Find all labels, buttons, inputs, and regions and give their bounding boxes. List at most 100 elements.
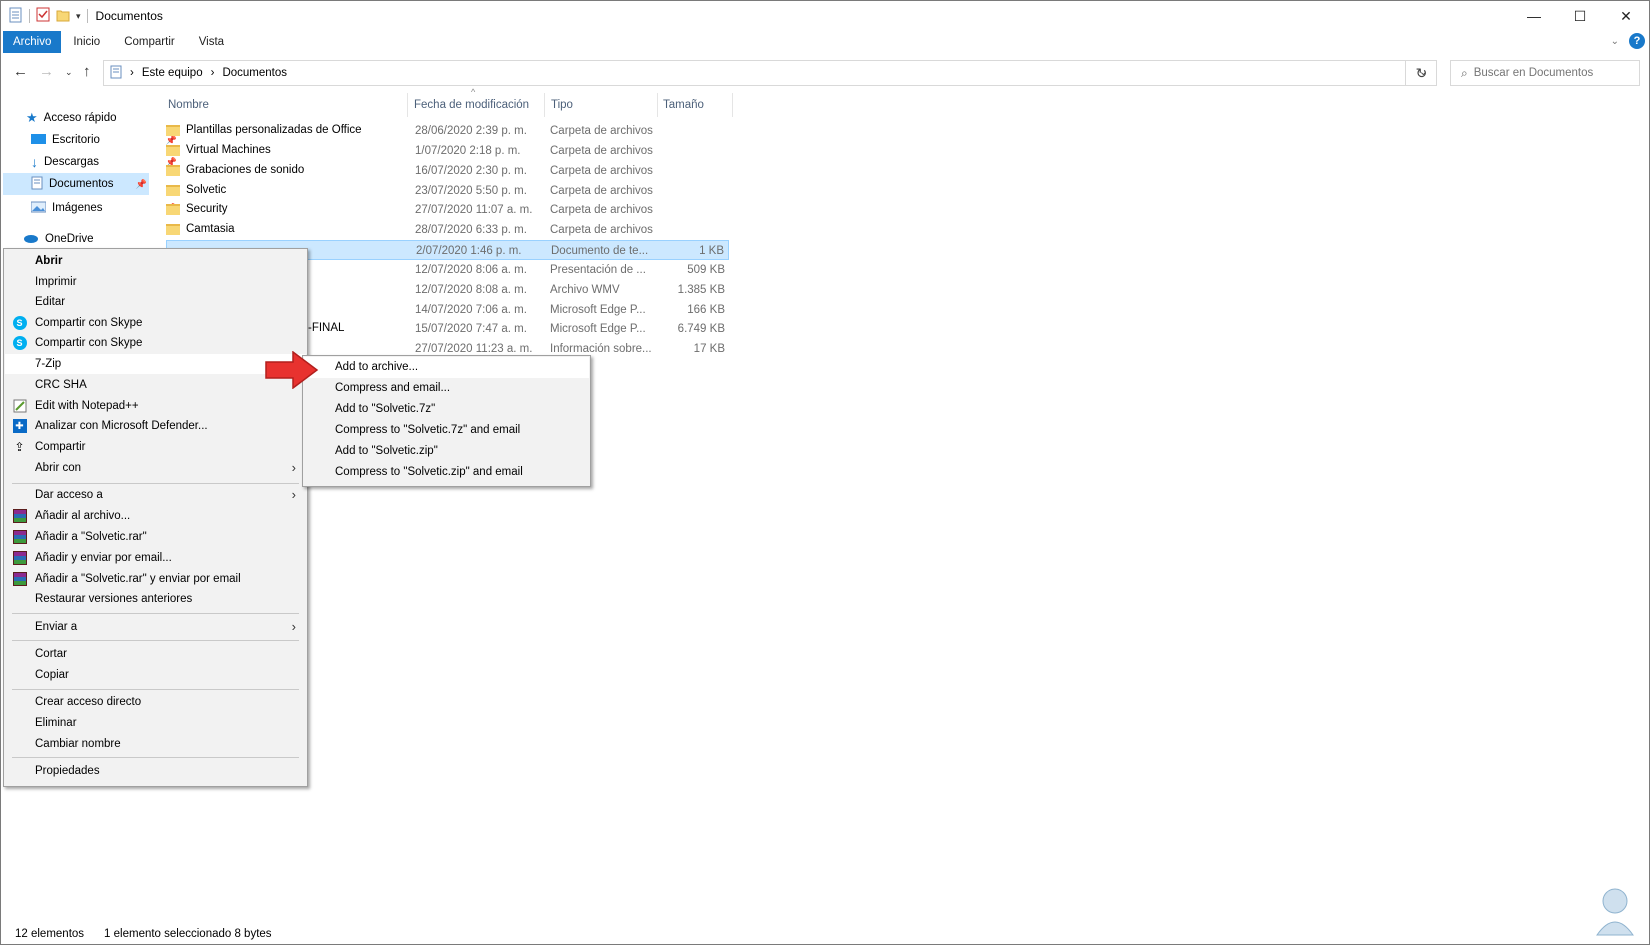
nav-item-descargas[interactable]: ↓ Descargas 📌 [31,151,179,173]
refresh-button[interactable]: ↻ [1405,60,1437,86]
menu-item-editar[interactable]: Editar [5,292,306,312]
table-row[interactable]: Camtasia 28/07/2020 6:33 p. m. Carpeta d… [166,220,729,240]
table-row[interactable]: Grabaciones de sonido 16/07/2020 2:30 p.… [166,161,729,181]
tab-vista[interactable]: Vista [187,31,236,53]
table-row[interactable]: Virtual Machines 1/07/2020 2:18 p. m. Ca… [166,141,729,161]
address-bar[interactable]: › Este equipo › Documentos ⌄ [103,60,1437,86]
table-row[interactable]: Solvetic 23/07/2020 5:50 p. m. Carpeta d… [166,181,729,201]
help-icon[interactable]: ? [1629,33,1645,49]
tab-inicio[interactable]: Inicio [61,31,112,53]
menu-label: Cortar [35,648,67,660]
menu-label: Add to "Solvetic.7z" [335,403,436,415]
checklist-icon[interactable] [36,7,50,25]
table-row[interactable]: Plantillas personalizadas de Office 28/0… [166,121,729,141]
menu-item-propiedades[interactable]: Propiedades [5,761,306,781]
menu-item-abrir[interactable]: Abrir [5,251,306,271]
menu-item-anadir-archivo[interactable]: Añadir al archivo... [5,506,306,526]
breadcrumb-documentos[interactable]: Documentos [222,67,287,79]
search-box[interactable]: ⌕ [1450,60,1640,86]
submenu-item-compress-zip-email[interactable]: Compress to "Solvetic.zip" and email [304,462,589,483]
column-header-nombre[interactable]: Nombre [163,93,408,117]
menu-item-copiar[interactable]: Copiar [5,665,306,685]
submenu-item-add-to-archive[interactable]: Add to archive... [304,357,589,378]
nav-item-escritorio[interactable]: Escritorio 📌 [31,129,179,151]
submenu-item-add-7z[interactable]: Add to "Solvetic.7z" [304,399,589,420]
folder-icon [166,184,180,196]
minimize-button[interactable]: — [1511,1,1557,31]
winrar-icon [12,530,27,544]
menu-item-compartir-skype-2[interactable]: S Compartir con Skype [5,333,306,353]
close-button[interactable]: ✕ [1603,1,1649,31]
defender-icon: ✚ [12,419,27,433]
breadcrumb: › Este equipo › Documentos [130,67,287,79]
menu-label: Añadir a "Solvetic.rar" y enviar por ema… [35,573,241,585]
new-folder-icon[interactable] [56,8,70,25]
submenu-item-compress-7z-email[interactable]: Compress to "Solvetic.7z" and email [304,420,589,441]
expand-ribbon-icon[interactable]: ⌄ [1611,36,1619,47]
menu-item-crc-sha[interactable]: CRC SHA [5,375,306,395]
search-icon: ⌕ [1461,65,1468,80]
file-date: 28/07/2020 6:33 p. m. [415,224,527,236]
up-arrow-icon[interactable]: ↑ [83,63,91,80]
winrar-icon [12,551,27,565]
menu-label: Compress to "Solvetic.7z" and email [335,424,521,436]
back-arrow-icon[interactable]: ← [13,63,28,80]
search-input[interactable] [1473,67,1624,79]
nav-item-acceso-rapido[interactable]: ★ Acceso rápido [26,107,174,129]
menu-item-anadir-rar-enviar-email[interactable]: Añadir a "Solvetic.rar" y enviar por ema… [5,569,306,589]
submenu-item-compress-email[interactable]: Compress and email... [304,378,589,399]
explorer-window: ▾ Documentos — ☐ ✕ Archivo Inicio Compar… [0,0,1650,945]
menu-item-compartir[interactable]: ⇪ Compartir [5,437,306,457]
folder-icon [166,124,180,136]
tab-archivo[interactable]: Archivo [3,31,62,53]
menu-label: Añadir y enviar por email... [35,552,172,564]
menu-item-restaurar-versiones[interactable]: Restaurar versiones anteriores [5,589,306,609]
column-header-tamano[interactable]: Tamaño [658,93,733,117]
nav-item-onedrive[interactable]: OneDrive [23,228,171,250]
skype-icon: S [12,336,27,350]
customize-qat-icon[interactable]: ▾ [76,11,81,22]
status-item-count: 12 elementos [15,928,85,940]
recent-locations-icon[interactable]: ⌄ [65,67,73,78]
menu-item-defender[interactable]: ✚ Analizar con Microsoft Defender... [5,416,306,436]
image-icon [30,201,47,216]
menu-item-cambiar-nombre[interactable]: Cambiar nombre [5,734,306,754]
file-type: Carpeta de archivos [550,165,653,177]
menu-item-dar-acceso[interactable]: Dar acceso a › [5,485,306,505]
column-header-tipo[interactable]: Tipo [546,93,658,117]
chevron-right-icon: › [210,67,215,79]
breadcrumb-este-equipo[interactable]: Este equipo [142,67,203,79]
file-date: 27/07/2020 11:07 a. m. [415,204,533,216]
menu-item-anadir-solvetic-rar[interactable]: Añadir a "Solvetic.rar" [5,527,306,547]
menu-item-abrir-con[interactable]: Abrir con › [5,458,306,478]
properties-icon[interactable] [9,7,23,26]
menu-item-imprimir[interactable]: Imprimir [5,272,306,292]
menu-label: Propiedades [35,765,100,777]
menu-item-7zip[interactable]: 7-Zip [5,354,306,374]
menu-item-notepadpp[interactable]: Edit with Notepad++ [5,396,306,416]
menu-label: Copiar [35,669,69,681]
menu-item-eliminar[interactable]: Eliminar [5,713,306,733]
nav-item-documentos[interactable]: Documentos 📌 [3,173,149,195]
quick-access-toolbar: ▾ [1,1,88,31]
column-header-fecha[interactable]: Fecha de modificación [409,93,545,117]
nav-item-imagenes[interactable]: Imágenes 📌 [30,197,179,219]
menu-label: Analizar con Microsoft Defender... [35,420,208,432]
menu-item-crear-acceso[interactable]: Crear acceso directo [5,692,306,712]
menu-item-anadir-enviar-email[interactable]: Añadir y enviar por email... [5,548,306,568]
file-name: Security [186,203,228,215]
forward-arrow-icon[interactable]: → [39,63,54,80]
star-icon: ★ [26,110,38,125]
submenu-item-add-zip[interactable]: Add to "Solvetic.zip" [304,441,589,462]
maximize-button[interactable]: ☐ [1557,1,1603,31]
context-menu: Abrir Imprimir Editar S Compartir con Sky… [3,248,308,787]
menu-label: Enviar a [35,621,78,633]
table-row[interactable]: Security 27/07/2020 11:07 a. m. Carpeta … [166,200,729,220]
file-date: 14/07/2020 7:06 a. m. [415,304,527,316]
tab-compartir[interactable]: Compartir [112,31,186,53]
menu-item-cortar[interactable]: Cortar [5,644,306,664]
menu-item-enviar-a[interactable]: Enviar a › [5,617,306,637]
file-date: 15/07/2020 7:47 a. m. [415,323,527,335]
pin-icon: 📌 [135,178,147,189]
menu-item-compartir-skype[interactable]: S Compartir con Skype [5,313,306,333]
